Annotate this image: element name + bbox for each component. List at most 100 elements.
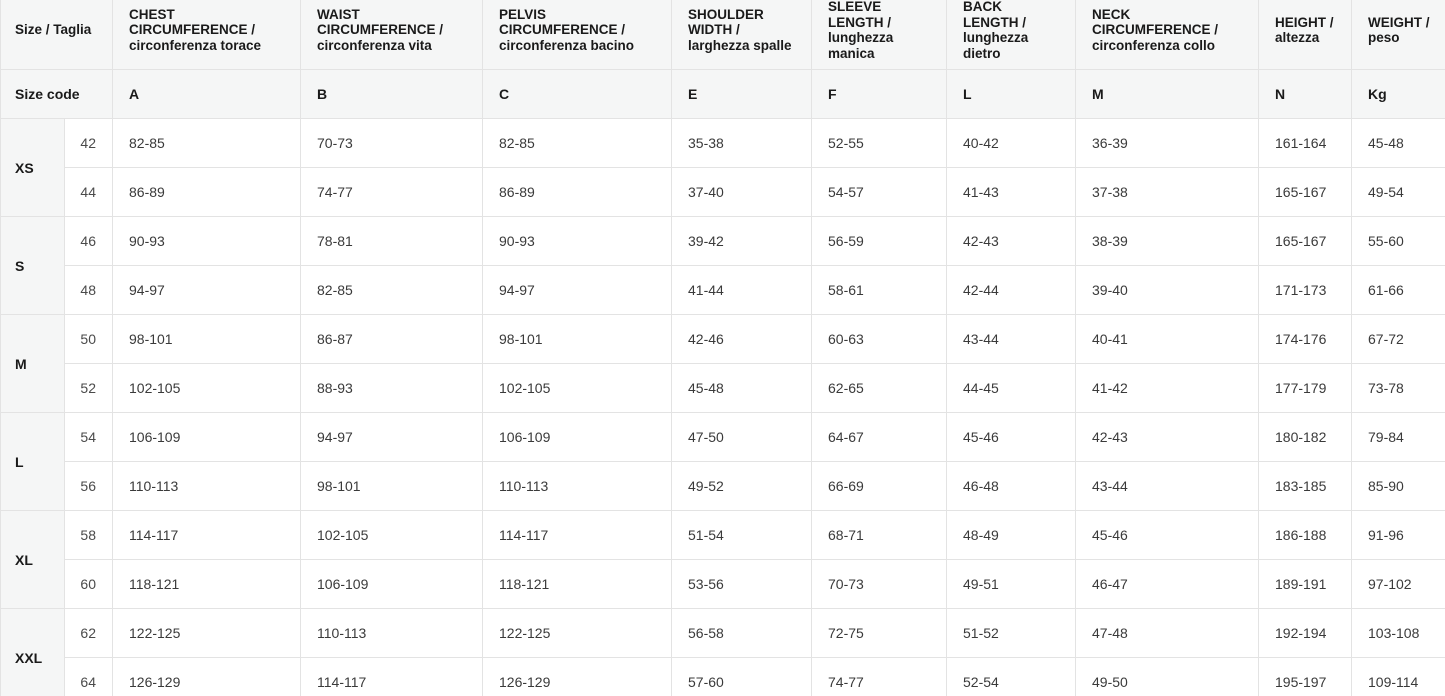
code-m: M <box>1075 69 1259 119</box>
cell-waist: 86-87 <box>300 314 483 364</box>
cell-weight: 49-54 <box>1351 167 1445 217</box>
cell-pelvis: 106-109 <box>482 412 672 462</box>
cell-chest: 122-125 <box>112 608 301 658</box>
cell-waist: 106-109 <box>300 559 483 609</box>
cell-pelvis: 110-113 <box>482 461 672 511</box>
size-number: 50 <box>64 314 113 364</box>
cell-chest: 90-93 <box>112 216 301 266</box>
cell-back: 43-44 <box>946 314 1076 364</box>
cell-chest: 110-113 <box>112 461 301 511</box>
cell-shoulder: 35-38 <box>671 118 812 168</box>
cell-weight: 103-108 <box>1351 608 1445 658</box>
cell-shoulder: 45-48 <box>671 363 812 413</box>
cell-back: 49-51 <box>946 559 1076 609</box>
table-row: XS 42 82-85 70-73 82-85 35-38 52-55 40-42 36-39 1… <box>0 118 1445 217</box>
cell-waist: 82-85 <box>300 265 483 315</box>
header-chest: CHEST CIRCUMFERENCE / circonferenza tora… <box>112 0 301 70</box>
cell-back: 48-49 <box>946 510 1076 560</box>
code-l: L <box>946 69 1076 119</box>
cell-waist: 88-93 <box>300 363 483 413</box>
table-row: 56 110-113 98-101 110-113 49-52 66-69 46-48 43-… <box>1 461 1445 511</box>
cell-back: 44-45 <box>946 363 1076 413</box>
header-height: HEIGHT / altezza <box>1258 0 1352 70</box>
cell-height: 180-182 <box>1258 412 1352 462</box>
cell-chest: 114-117 <box>112 510 301 560</box>
cell-neck: 37-38 <box>1075 167 1259 217</box>
code-kg: Kg <box>1351 69 1445 119</box>
cell-back: 42-44 <box>946 265 1076 315</box>
cell-chest: 106-109 <box>112 412 301 462</box>
cell-height: 183-185 <box>1258 461 1352 511</box>
cell-sleeve: 58-61 <box>811 265 947 315</box>
cell-back: 52-54 <box>946 657 1076 696</box>
cell-neck: 47-48 <box>1075 608 1259 658</box>
cell-weight: 67-72 <box>1351 314 1445 364</box>
cell-neck: 38-39 <box>1075 216 1259 266</box>
size-number: 62 <box>64 608 113 658</box>
header-sleeve: SLEEVE LENGTH / lunghezza manica <box>811 0 947 70</box>
cell-neck: 45-46 <box>1075 510 1259 560</box>
cell-height: 177-179 <box>1258 363 1352 413</box>
header-shoulder: SHOULDER WIDTH / larghezza spalle <box>671 0 812 70</box>
cell-back: 46-48 <box>946 461 1076 511</box>
cell-chest: 126-129 <box>112 657 301 696</box>
cell-sleeve: 68-71 <box>811 510 947 560</box>
cell-pelvis: 122-125 <box>482 608 672 658</box>
cell-pelvis: 102-105 <box>482 363 672 413</box>
code-size: Size code <box>0 69 113 119</box>
table-row: M 50 98-101 86-87 98-101 42-46 60-63 43-44 40-41… <box>0 314 1445 413</box>
cell-sleeve: 60-63 <box>811 314 947 364</box>
cell-sleeve: 62-65 <box>811 363 947 413</box>
cell-shoulder: 41-44 <box>671 265 812 315</box>
code-a: A <box>112 69 301 119</box>
cell-neck: 42-43 <box>1075 412 1259 462</box>
cell-pelvis: 82-85 <box>482 118 672 168</box>
code-c: C <box>482 69 672 119</box>
size-table: Size / Taglia CHEST CIRCUMFERENCE / circ… <box>0 0 1445 696</box>
cell-shoulder: 53-56 <box>671 559 812 609</box>
cell-weight: 85-90 <box>1351 461 1445 511</box>
cell-sleeve: 56-59 <box>811 216 947 266</box>
cell-weight: 55-60 <box>1351 216 1445 266</box>
cell-waist: 70-73 <box>300 118 483 168</box>
cell-back: 45-46 <box>946 412 1076 462</box>
cell-height: 161-164 <box>1258 118 1352 168</box>
table-row: S 46 90-93 78-81 90-93 39-42 56-59 42-43 38-39 16… <box>0 216 1445 315</box>
size-table-body: XS 42 82-85 70-73 82-85 35-38 52-55 40-42 36-39 1… <box>0 118 1445 696</box>
cell-sleeve: 54-57 <box>811 167 947 217</box>
size-code-row: Size code A B C E F L M N Kg <box>0 69 1445 119</box>
cell-waist: 78-81 <box>300 216 483 266</box>
cell-pelvis: 118-121 <box>482 559 672 609</box>
table-row: L 54 106-109 94-97 106-109 47-50 64-67 45-46 42-… <box>0 412 1445 511</box>
table-row: 52 102-105 88-93 102-105 45-48 62-65 44-45 41-4… <box>1 363 1445 413</box>
cell-height: 165-167 <box>1258 167 1352 217</box>
header-neck: NECK CIRCUMFERENCE / circonferenza collo <box>1075 0 1259 70</box>
cell-chest: 94-97 <box>112 265 301 315</box>
cell-waist: 102-105 <box>300 510 483 560</box>
cell-pelvis: 98-101 <box>482 314 672 364</box>
cell-neck: 40-41 <box>1075 314 1259 364</box>
cell-height: 165-167 <box>1258 216 1352 266</box>
table-row: XXL 62 122-125 110-113 122-125 56-58 72-75 51-5… <box>0 608 1445 696</box>
table-row: 64 126-129 114-117 126-129 57-60 74-77 52-54 49… <box>1 657 1445 696</box>
cell-pelvis: 114-117 <box>482 510 672 560</box>
table-row: 44 86-89 74-77 86-89 37-40 54-57 41-43 37-38 165… <box>1 167 1445 217</box>
header-pelvis: PELVIS CIRCUMFERENCE / circonferenza bac… <box>482 0 672 70</box>
cell-height: 192-194 <box>1258 608 1352 658</box>
cell-sleeve: 64-67 <box>811 412 947 462</box>
cell-weight: 79-84 <box>1351 412 1445 462</box>
size-number: 48 <box>64 265 113 315</box>
cell-chest: 86-89 <box>112 167 301 217</box>
cell-back: 51-52 <box>946 608 1076 658</box>
size-label: XL <box>0 510 65 609</box>
cell-weight: 45-48 <box>1351 118 1445 168</box>
cell-neck: 46-47 <box>1075 559 1259 609</box>
cell-weight: 97-102 <box>1351 559 1445 609</box>
header-weight: WEIGHT / peso <box>1351 0 1445 70</box>
cell-neck: 36-39 <box>1075 118 1259 168</box>
cell-height: 171-173 <box>1258 265 1352 315</box>
size-label: XS <box>0 118 65 217</box>
table-row: XL 58 114-117 102-105 114-117 51-54 68-71 48-49… <box>0 510 1445 609</box>
code-f: F <box>811 69 947 119</box>
cell-sleeve: 66-69 <box>811 461 947 511</box>
